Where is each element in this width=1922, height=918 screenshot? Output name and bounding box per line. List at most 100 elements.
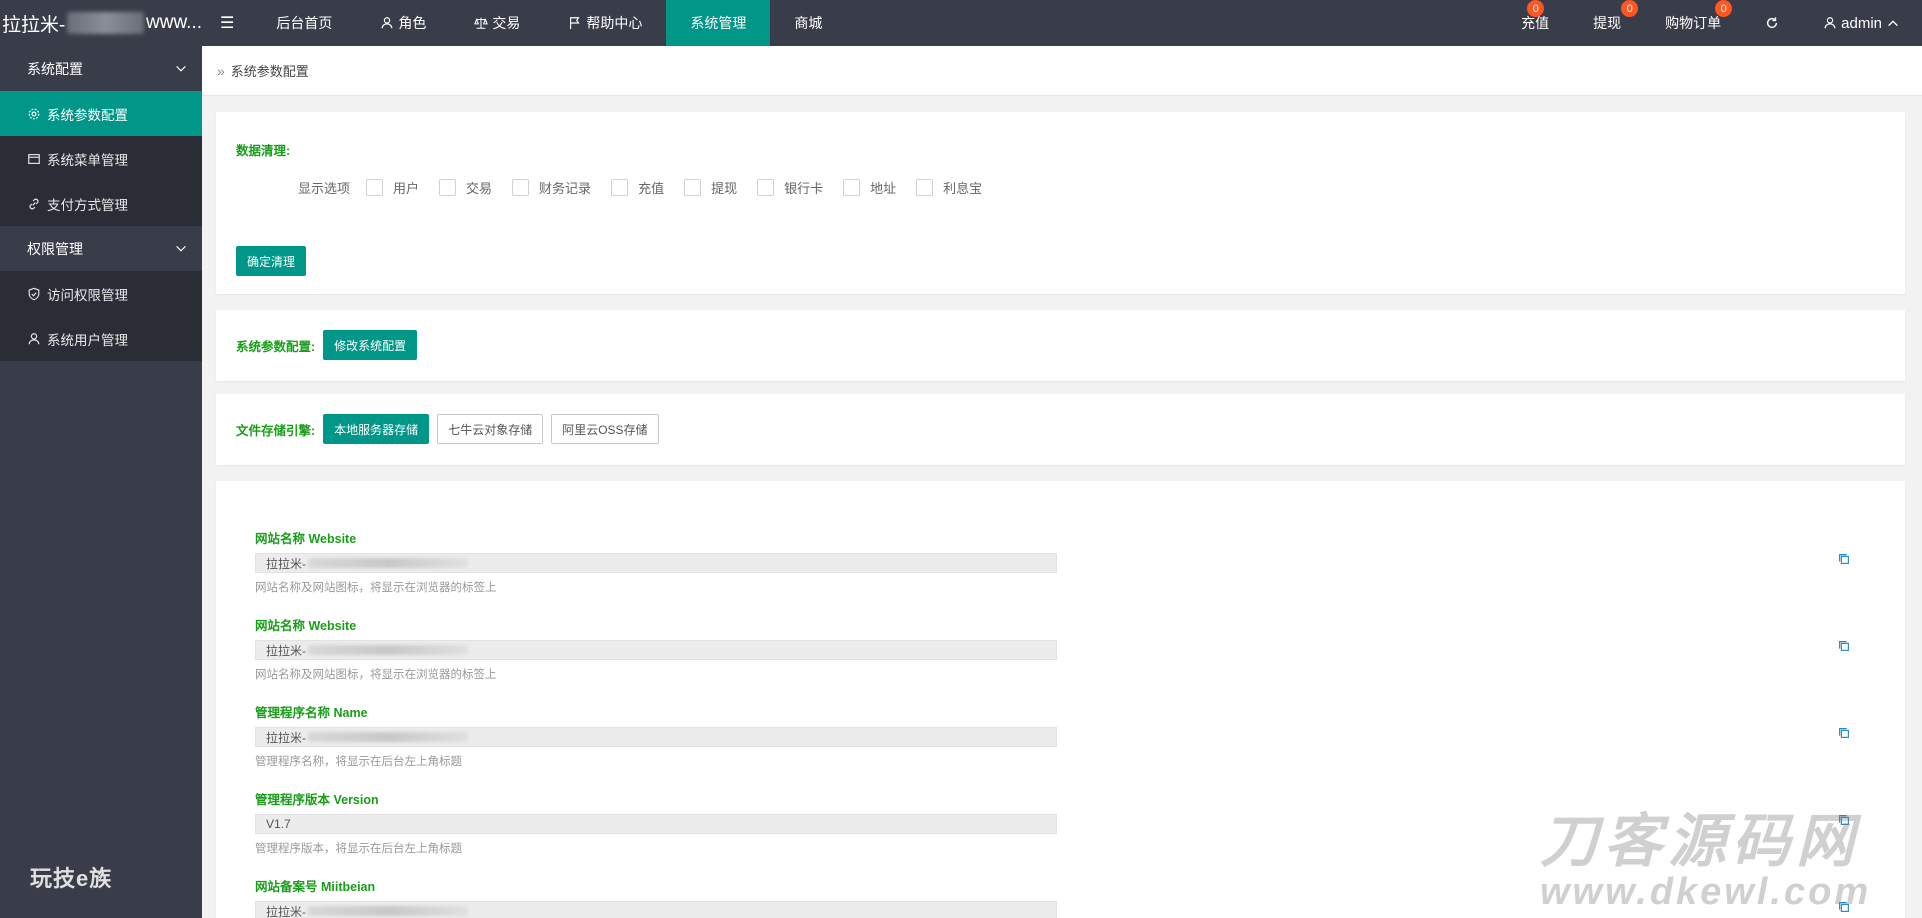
checkbox-bankcard[interactable]: 银行卡 — [757, 178, 823, 197]
sidebar-group-system-config[interactable]: 系统配置 — [0, 46, 202, 91]
copy-icon[interactable] — [1837, 726, 1851, 740]
confirm-clean-button[interactable]: 确定清理 — [236, 246, 307, 276]
checkbox-address[interactable]: 地址 — [843, 178, 896, 197]
redacted-mask — [308, 558, 468, 568]
sidebar-group-permissions[interactable]: 权限管理 — [0, 226, 202, 271]
withdraw-badge: 0 — [1621, 0, 1639, 17]
checkbox-box[interactable] — [757, 179, 775, 196]
window-icon — [28, 153, 40, 164]
breadcrumb: » 系统参数配置 — [202, 46, 1922, 96]
storage-local-button[interactable]: 本地服务器存储 — [323, 414, 430, 444]
sidebar-item-access[interactable]: 访问权限管理 — [0, 271, 202, 316]
field-label: 管理程序版本 Version — [255, 793, 379, 807]
checkbox-recharge[interactable]: 充值 — [611, 178, 664, 197]
field-miitbeian: 网站备案号 Miitbeian 拉拉米- — [255, 876, 1885, 918]
sidebar-item-label: 访问权限管理 — [47, 287, 128, 303]
brand-title[interactable]: 拉拉米- www... — [0, 0, 202, 46]
storage-qiniu-button[interactable]: 七牛云对象存储 — [437, 414, 544, 444]
storage-label: 文件存储引擎: — [236, 423, 316, 438]
field-hint: 管理程序版本，将显示在后台左上角标题 — [255, 843, 462, 855]
checkbox-label: 银行卡 — [784, 181, 824, 196]
sidebar-item-sys-params[interactable]: 系统参数配置 — [0, 91, 202, 136]
nav-withdraw[interactable]: 0 提现 — [1571, 0, 1643, 46]
site-settings-card: 网站名称 Website 拉拉米- 网站名称及网站图标，将显示在浏览器的标签上 … — [216, 481, 1905, 918]
website-input[interactable]: 拉拉米- — [255, 640, 1057, 660]
field-hint: 网站名称及网站图标，将显示在浏览器的标签上 — [255, 669, 497, 681]
checkbox-box[interactable] — [512, 179, 530, 196]
field-website-1: 网站名称 Website 拉拉米- 网站名称及网站图标，将显示在浏览器的标签上 — [255, 528, 1885, 595]
nav-withdraw-label: 提现 — [1593, 15, 1622, 31]
checkbox-box[interactable] — [439, 179, 457, 196]
field-label: 网站名称 Website — [255, 619, 357, 633]
brand-redacted — [67, 12, 145, 34]
website-input[interactable]: 拉拉米- — [255, 553, 1057, 573]
checkbox-label: 充值 — [638, 181, 665, 196]
field-label: 管理程序名称 Name — [255, 706, 368, 720]
nav-recharge[interactable]: 0 充值 — [1499, 0, 1571, 46]
checkbox-label: 财务记录 — [539, 181, 592, 196]
nav-system[interactable]: 系统管理 — [666, 0, 771, 46]
copy-icon[interactable] — [1837, 813, 1851, 827]
main-content: » 系统参数配置 数据清理: 显示选项 用户 交易 财务记录 充值 提现 银行卡… — [202, 46, 1922, 918]
brand-prefix: 拉拉米- — [2, 14, 66, 36]
checkbox-box[interactable] — [611, 179, 629, 196]
scale-icon — [474, 17, 489, 29]
checkbox-withdraw[interactable]: 提现 — [684, 178, 737, 197]
edit-sys-config-button[interactable]: 修改系统配置 — [323, 330, 418, 360]
footer-logo: 玩技e族 — [30, 866, 113, 891]
app-name-input[interactable]: 拉拉米- — [255, 727, 1057, 747]
copy-icon[interactable] — [1837, 552, 1851, 566]
nav-role-label: 角色 — [398, 15, 427, 31]
storage-card: 文件存储引擎: 本地服务器存储 七牛云对象存储 阿里云OSS存储 — [216, 394, 1905, 465]
menu-toggle-icon: ☰ — [220, 15, 235, 32]
nav-help[interactable]: 帮助中心 — [544, 0, 666, 46]
checkbox-label: 利息宝 — [943, 181, 983, 196]
chevron-down-icon — [176, 65, 186, 72]
refresh-button[interactable] — [1743, 0, 1801, 46]
checkbox-label: 交易 — [466, 181, 493, 196]
chevron-up-icon — [1888, 20, 1898, 27]
checkbox-finance[interactable]: 财务记录 — [512, 178, 591, 197]
nav-role[interactable]: 角色 — [356, 0, 450, 46]
checkbox-label: 地址 — [870, 181, 897, 196]
sidebar-item-label: 系统菜单管理 — [47, 152, 128, 168]
sys-config-card: 系统参数配置: 修改系统配置 — [216, 310, 1905, 381]
menu-toggle-button[interactable]: ☰ — [202, 0, 252, 46]
sidebar-item-sys-users[interactable]: 系统用户管理 — [0, 316, 202, 361]
redacted-mask — [308, 645, 468, 655]
checkbox-box[interactable] — [684, 179, 702, 196]
checkbox-box[interactable] — [366, 179, 384, 196]
checkbox-box[interactable] — [916, 179, 934, 196]
sidebar-item-sys-menu[interactable]: 系统菜单管理 — [0, 136, 202, 181]
data-clean-title: 数据清理: — [236, 144, 291, 158]
chevron-down-icon — [176, 245, 186, 252]
sidebar-item-payment[interactable]: 支付方式管理 — [0, 181, 202, 226]
checkbox-users[interactable]: 用户 — [366, 178, 419, 197]
data-clean-options: 显示选项 用户 交易 财务记录 充值 提现 银行卡 地址 利息宝 — [298, 178, 1002, 197]
refresh-icon — [1767, 17, 1778, 29]
nav-home[interactable]: 后台首页 — [252, 0, 356, 46]
top-navbar: 拉拉米- www... ☰ 后台首页 角色 交易 帮助中心 系统管理 商城 0 … — [0, 0, 1922, 46]
nav-trade[interactable]: 交易 — [450, 0, 544, 46]
field-value: 拉拉米- — [266, 730, 306, 745]
app-version-input[interactable]: V1.7 — [255, 814, 1057, 834]
checkbox-box[interactable] — [843, 179, 861, 196]
storage-aliyun-button[interactable]: 阿里云OSS存储 — [551, 414, 659, 444]
nav-mall[interactable]: 商城 — [770, 0, 846, 46]
checkbox-interest[interactable]: 利息宝 — [916, 178, 982, 197]
nav-orders-label: 购物订单 — [1665, 15, 1722, 31]
copy-icon[interactable] — [1837, 639, 1851, 653]
checkbox-trades[interactable]: 交易 — [439, 178, 492, 197]
flag-icon — [570, 17, 580, 30]
miitbeian-input[interactable]: 拉拉米- — [255, 901, 1057, 918]
sidebar-group-label: 系统配置 — [27, 60, 83, 77]
nav-system-label: 系统管理 — [690, 15, 747, 31]
nav-orders[interactable]: 0 购物订单 — [1643, 0, 1743, 46]
field-value: 拉拉米- — [266, 643, 306, 658]
user-menu[interactable]: admin — [1801, 0, 1922, 46]
field-value: 拉拉米- — [266, 904, 306, 918]
field-website-2: 网站名称 Website 拉拉米- 网站名称及网站图标，将显示在浏览器的标签上 — [255, 615, 1885, 682]
copy-icon[interactable] — [1837, 900, 1851, 914]
sys-config-label: 系统参数配置: — [236, 339, 316, 354]
checkbox-label: 提现 — [711, 181, 738, 196]
